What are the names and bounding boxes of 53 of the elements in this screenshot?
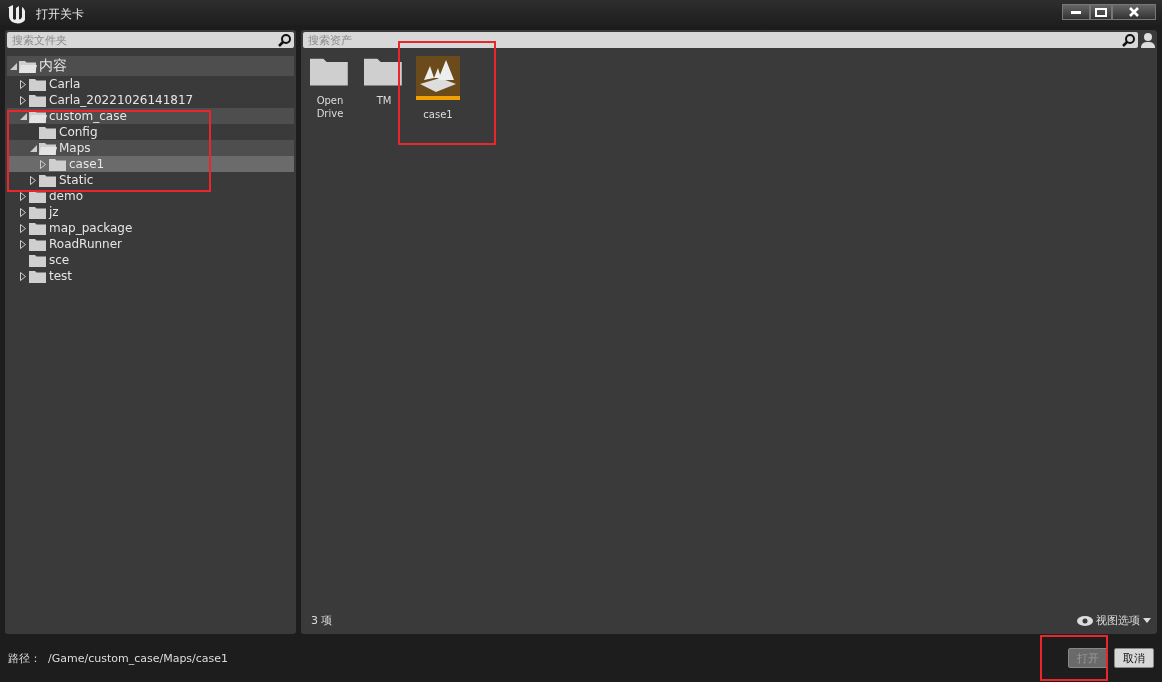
highlight-frame (1040, 635, 1108, 681)
tree-item[interactable]: case1 (7, 156, 294, 172)
tree-item[interactable]: sce (7, 252, 294, 268)
expanded-arrow-icon[interactable] (9, 62, 17, 70)
maximize-icon (1095, 7, 1107, 17)
logo-icon (6, 4, 28, 24)
tree-item[interactable]: jz (7, 204, 294, 220)
user-icon[interactable] (1141, 32, 1155, 48)
level-thumbnail-icon (416, 56, 460, 100)
minimize-button[interactable] (1062, 4, 1090, 20)
close-icon (1129, 7, 1139, 17)
search-icon[interactable] (1122, 33, 1135, 47)
folder-search-box[interactable]: 搜索文件夹 (7, 32, 294, 48)
tree-item[interactable]: Carla_20221026141817 (7, 92, 294, 108)
folder-icon (29, 205, 47, 219)
folder-icon (29, 253, 47, 267)
expanded-arrow-icon[interactable] (29, 144, 37, 152)
collapsed-arrow-icon[interactable] (20, 271, 26, 281)
expanded-arrow-icon[interactable] (19, 112, 27, 120)
folder-icon (29, 237, 47, 251)
folder-icon (29, 221, 47, 235)
open-folder-icon (39, 141, 57, 155)
asset-tile[interactable]: Open Drive (309, 56, 351, 605)
minimize-icon (1071, 10, 1081, 14)
item-count: 3 项 (311, 613, 333, 628)
tree-item[interactable]: custom_case (7, 108, 294, 124)
open-folder-icon (19, 59, 37, 73)
asset-search-box[interactable]: 搜索资产 (303, 32, 1138, 48)
maximize-button[interactable] (1090, 4, 1112, 20)
caret-icon (1143, 618, 1151, 623)
tree-item[interactable]: Static (7, 172, 294, 188)
tree-item[interactable]: Maps (7, 140, 294, 156)
window-title: 打开关卡 (36, 5, 84, 23)
eye-icon (1077, 615, 1093, 626)
search-icon[interactable] (278, 33, 291, 47)
folder-icon (310, 56, 350, 86)
tree-item[interactable]: test (7, 268, 294, 284)
tree-item[interactable]: demo (7, 188, 294, 204)
tree-item[interactable]: map_package (7, 220, 294, 236)
tree-item[interactable]: Config (7, 124, 294, 140)
folder-icon (364, 56, 404, 86)
dialog-button[interactable]: 取消 (1114, 648, 1154, 668)
folder-icon (29, 269, 47, 283)
path-text: 路径： /Game/custom_case/Maps/case1 (8, 650, 229, 666)
folder-search-field[interactable]: 搜索文件夹 (12, 34, 278, 46)
tree-item[interactable]: RoadRunner (7, 236, 294, 252)
asset-tile[interactable]: case1 (417, 56, 459, 605)
asset-tile[interactable]: TM (363, 56, 405, 605)
view-options-button[interactable]: 视图选项 (1077, 613, 1151, 628)
close-button[interactable] (1112, 4, 1156, 20)
tree-item[interactable]: 内容 (7, 56, 294, 76)
tree-item[interactable]: Carla (7, 76, 294, 92)
asset-search-field[interactable]: 搜索资产 (308, 34, 1122, 46)
